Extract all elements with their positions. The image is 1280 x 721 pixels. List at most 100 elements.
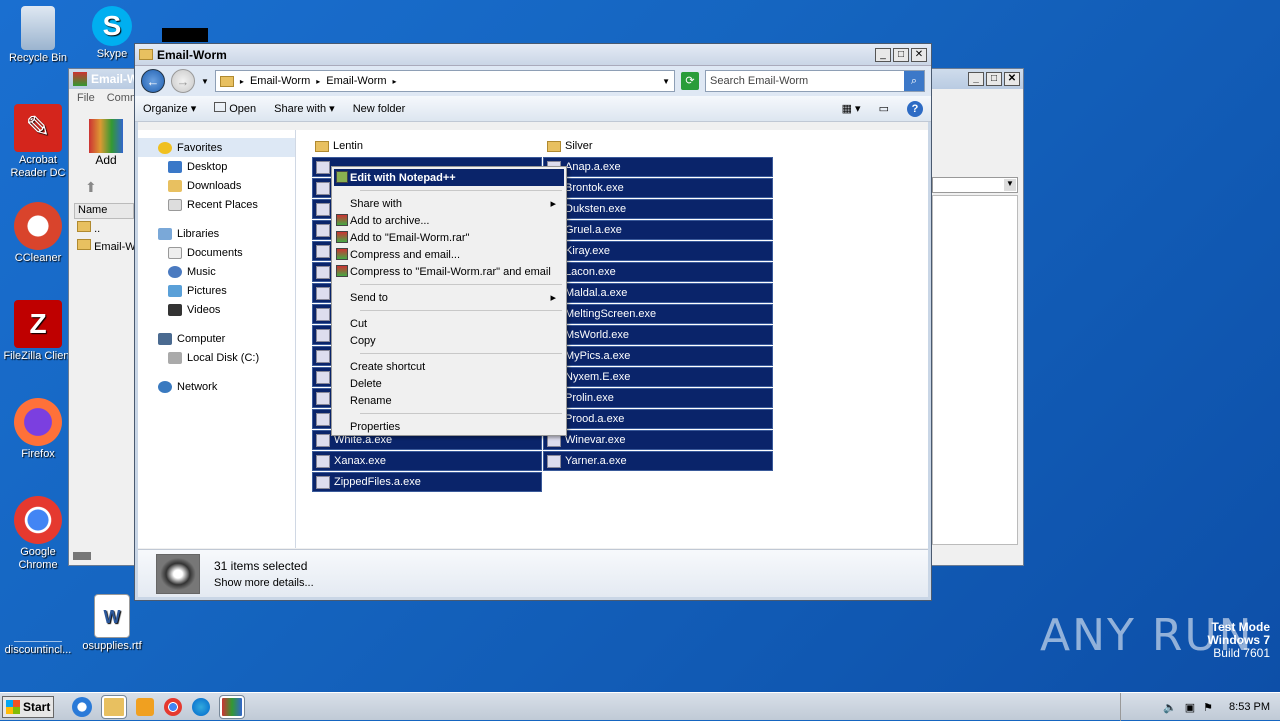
nav-computer[interactable]: Computer bbox=[138, 329, 295, 348]
desktop-icon-chrome[interactable]: Google Chrome bbox=[0, 496, 76, 572]
close-button[interactable]: ✕ bbox=[911, 47, 927, 62]
chevron-down-icon[interactable]: ▼ bbox=[201, 77, 209, 86]
start-button[interactable]: Start bbox=[2, 695, 54, 718]
search-input[interactable]: Search Email-Worm ⌕ bbox=[705, 70, 925, 92]
folder-icon bbox=[77, 239, 91, 250]
music-icon bbox=[168, 265, 182, 278]
context-menu-item[interactable]: Properties bbox=[334, 418, 564, 435]
context-menu-item[interactable]: Add to archive... bbox=[334, 212, 564, 229]
add-archive-button[interactable]: Add bbox=[89, 119, 123, 167]
close-button[interactable]: ✕ bbox=[1004, 72, 1020, 86]
organize-button[interactable]: Organize ▾ bbox=[143, 102, 196, 115]
file-item[interactable]: MeltingScreen.exe bbox=[543, 304, 773, 324]
computer-icon bbox=[158, 332, 172, 345]
desktop-icon-acrobat[interactable]: ✎ Acrobat Reader DC bbox=[0, 104, 76, 180]
file-item[interactable]: Lacon.exe bbox=[543, 262, 773, 282]
winrar-icon bbox=[336, 265, 348, 277]
flag-icon[interactable]: ⚑ bbox=[1203, 701, 1213, 714]
nav-libraries[interactable]: Libraries bbox=[138, 224, 295, 243]
new-folder-button[interactable]: New folder bbox=[353, 103, 406, 115]
file-item[interactable]: Prood.a.exe bbox=[543, 409, 773, 429]
context-menu-item[interactable]: Edit with Notepad++ bbox=[334, 169, 564, 186]
chevron-down-icon[interactable]: ▼ bbox=[662, 77, 670, 86]
winrar-address-dropdown[interactable]: ▼ bbox=[932, 177, 1018, 193]
context-menu-item[interactable]: Cut bbox=[334, 315, 564, 332]
context-menu-item[interactable]: Share with ▸ bbox=[334, 195, 564, 212]
context-menu-item[interactable]: Send to ▸ bbox=[334, 289, 564, 306]
desktop-icon-firefox[interactable]: Firefox bbox=[0, 398, 76, 461]
maximize-button[interactable]: □ bbox=[986, 72, 1002, 86]
desktop-icon-ccleaner[interactable]: CCleaner bbox=[0, 202, 76, 265]
desktop-icon-filezilla[interactable]: Z FileZilla Client bbox=[0, 300, 76, 363]
file-item[interactable]: Xanax.exe bbox=[312, 451, 542, 471]
context-menu-item[interactable]: Compress and email... bbox=[334, 246, 564, 263]
edge-taskbar-icon[interactable] bbox=[192, 697, 210, 716]
minimize-button[interactable]: _ bbox=[968, 72, 984, 86]
context-menu-item[interactable]: Compress to "Email-Worm.rar" and email bbox=[334, 263, 564, 280]
nav-desktop[interactable]: Desktop bbox=[138, 157, 295, 176]
desktop-icon-discount[interactable]: discountincl... bbox=[0, 594, 76, 657]
preview-pane-icon[interactable]: ▭ bbox=[879, 102, 889, 115]
file-item[interactable]: Maldal.a.exe bbox=[543, 283, 773, 303]
context-menu-item[interactable]: Delete bbox=[334, 375, 564, 392]
nav-network[interactable]: Network bbox=[138, 377, 295, 396]
nav-music[interactable]: Music bbox=[138, 262, 295, 281]
chrome-taskbar-icon[interactable] bbox=[164, 697, 182, 716]
winrar-taskbar-icon[interactable] bbox=[219, 694, 245, 719]
desktop-icon-recycle-bin[interactable]: Recycle Bin bbox=[0, 6, 76, 65]
file-item[interactable]: Anap.a.exe bbox=[543, 157, 773, 177]
nav-favorites[interactable]: Favorites bbox=[138, 138, 295, 157]
file-item[interactable]: Nyxem.E.exe bbox=[543, 367, 773, 387]
folder-item[interactable]: Silver bbox=[544, 136, 774, 156]
refresh-icon[interactable]: ⟳ bbox=[681, 72, 699, 90]
file-item[interactable]: Gruel.a.exe bbox=[543, 220, 773, 240]
explorer-taskbar-icon[interactable] bbox=[101, 694, 127, 719]
volume-icon[interactable]: 🔈 bbox=[1163, 701, 1177, 714]
context-menu-item[interactable]: Create shortcut bbox=[334, 358, 564, 375]
file-item[interactable]: Brontok.exe bbox=[543, 178, 773, 198]
file-item[interactable]: Duksten.exe bbox=[543, 199, 773, 219]
file-item[interactable]: ZippedFiles.a.exe bbox=[312, 472, 542, 492]
folder-item[interactable]: Lentin bbox=[312, 136, 542, 156]
show-more-details-link[interactable]: Show more details... bbox=[214, 577, 314, 589]
menu-file[interactable]: File bbox=[77, 92, 95, 104]
context-menu-item[interactable]: Copy bbox=[334, 332, 564, 349]
minimize-button[interactable]: _ bbox=[875, 47, 891, 62]
file-item[interactable]: Kiray.exe bbox=[543, 241, 773, 261]
view-options-icon[interactable]: ▦ ▾ bbox=[842, 102, 861, 115]
network-tray-icon[interactable]: ▣ bbox=[1185, 701, 1195, 714]
column-name[interactable]: Name bbox=[74, 203, 134, 219]
breadcrumb-item[interactable]: Email-Worm bbox=[250, 75, 310, 87]
breadcrumb[interactable]: ▸ Email-Worm ▸ Email-Worm ▸ ▼ bbox=[214, 70, 675, 92]
nav-videos[interactable]: Videos bbox=[138, 300, 295, 319]
nav-downloads[interactable]: Downloads bbox=[138, 176, 295, 195]
context-menu-item[interactable]: Add to "Email-Worm.rar" bbox=[334, 229, 564, 246]
back-button[interactable]: ← bbox=[141, 69, 165, 93]
winrar-row[interactable]: Email-W bbox=[77, 239, 136, 253]
context-menu-item[interactable]: Rename bbox=[334, 392, 564, 409]
ie-taskbar-icon[interactable] bbox=[72, 696, 92, 717]
nav-local-disk[interactable]: Local Disk (C:) bbox=[138, 348, 295, 367]
nav-recent-places[interactable]: Recent Places bbox=[138, 195, 295, 214]
search-icon[interactable]: ⌕ bbox=[904, 71, 924, 91]
file-item[interactable]: Prolin.exe bbox=[543, 388, 773, 408]
clock[interactable]: 8:53 PM bbox=[1229, 701, 1270, 713]
exe-file-icon bbox=[316, 475, 330, 489]
share-with-button[interactable]: Share with ▾ bbox=[274, 102, 335, 115]
desktop-icon-osupplies[interactable]: W osupplies.rtf bbox=[74, 594, 150, 653]
file-item[interactable]: Winevar.exe bbox=[543, 430, 773, 450]
maximize-button[interactable]: □ bbox=[893, 47, 909, 62]
nav-pictures[interactable]: Pictures bbox=[138, 281, 295, 300]
open-button[interactable]: Open bbox=[214, 102, 256, 115]
media-player-taskbar-icon[interactable] bbox=[136, 697, 154, 716]
forward-button[interactable]: → bbox=[171, 69, 195, 93]
up-arrow-icon[interactable]: ⬆ bbox=[85, 179, 97, 196]
nav-documents[interactable]: Documents bbox=[138, 243, 295, 262]
exe-file-icon bbox=[547, 454, 561, 468]
help-icon[interactable]: ? bbox=[907, 100, 923, 117]
file-item[interactable]: MyPics.a.exe bbox=[543, 346, 773, 366]
breadcrumb-item[interactable]: Email-Worm bbox=[326, 75, 386, 87]
file-item[interactable]: Yarner.a.exe bbox=[543, 451, 773, 471]
file-item[interactable]: MsWorld.exe bbox=[543, 325, 773, 345]
winrar-row[interactable]: .. bbox=[77, 221, 100, 235]
